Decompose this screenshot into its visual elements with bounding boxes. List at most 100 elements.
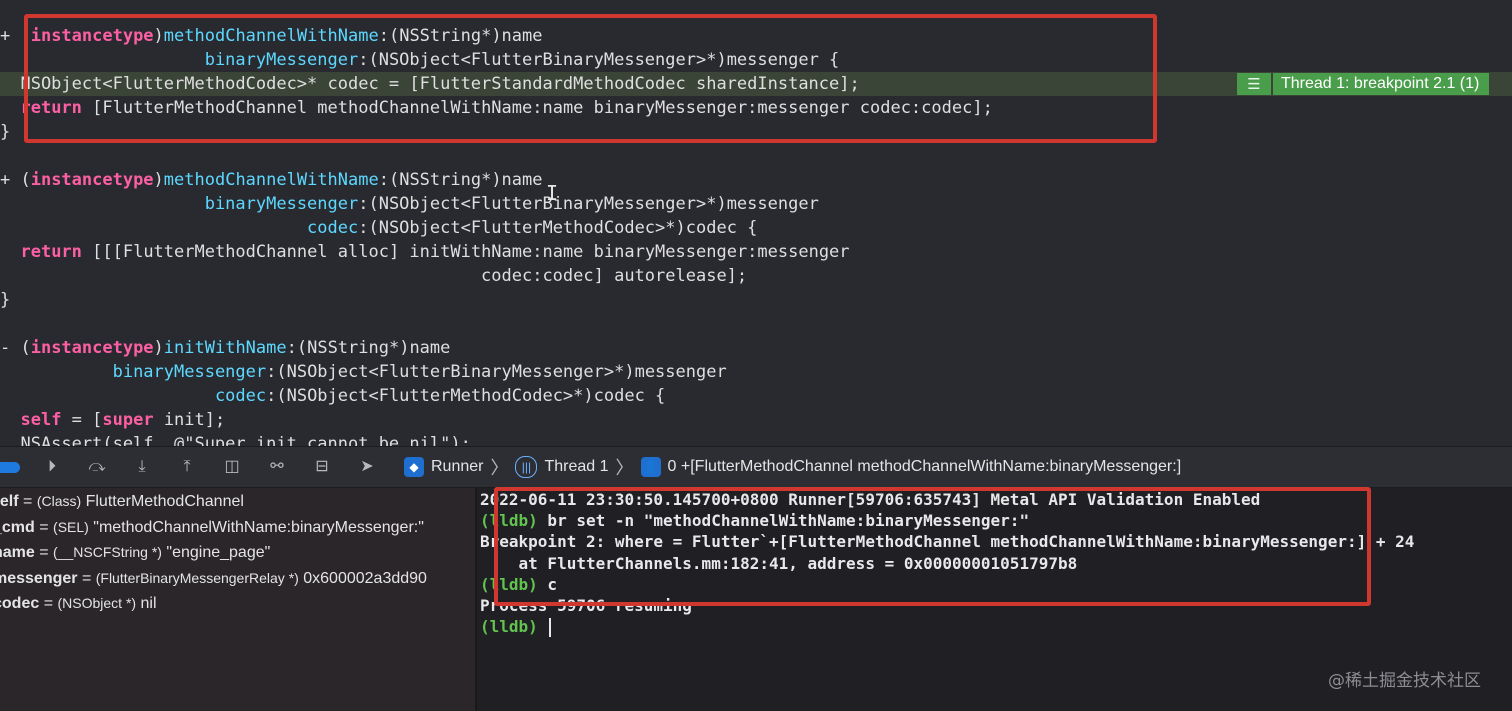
variable-name: messenger	[0, 569, 78, 587]
code-token: }	[0, 122, 11, 142]
lldb-prompt: (lldb)	[480, 511, 538, 531]
chevron-right-icon: 〉	[615, 458, 634, 478]
console-line: (lldb)	[480, 616, 552, 638]
breadcrumb-thread[interactable]: Thread 1	[544, 458, 608, 476]
code-token: NSAssert(self, @"Super init cannot be ni…	[0, 434, 471, 446]
continue-icon[interactable]: ⏵	[42, 457, 62, 477]
console-line: at FlutterChannels.mm:182:41, address = …	[480, 553, 1078, 574]
chevron-right-icon: 〉	[490, 458, 509, 478]
code-line[interactable]: - (instancetype)initWithName:(NSString*)…	[0, 336, 450, 360]
code-line[interactable]: binaryMessenger:(NSObject<FlutterBinaryM…	[0, 360, 727, 384]
code-line[interactable]: binaryMessenger:(NSObject<FlutterBinaryM…	[0, 48, 840, 72]
code-line[interactable]: + (instancetype)methodChannelWithName:(N…	[0, 24, 543, 48]
variable-type: (__NSCFString *)	[53, 544, 162, 560]
code-token: super	[102, 410, 154, 430]
breakpoint-annotation[interactable]: ☰ Thread 1: breakpoint 2.1 (1)	[1237, 73, 1490, 95]
stack-frame-icon: 👤	[640, 457, 661, 477]
code-token: = [	[61, 410, 103, 430]
code-line[interactable]: codec:(NSObject<FlutterMethodCodec>*)cod…	[0, 216, 757, 240]
breadcrumb: ◆ Runner 〉 ||| Thread 1 〉 👤 0 +[FlutterM…	[404, 447, 1181, 487]
variable-type: (Class)	[36, 493, 82, 509]
code-token: return	[20, 242, 82, 262]
code-token: :(NSObject<FlutterMethodCodec>*)codec {	[266, 386, 666, 406]
code-token: NSObject<FlutterMethodCodec>* codec = [F…	[0, 74, 860, 94]
step-into-icon[interactable]: ⤓	[132, 457, 152, 477]
variable-value: "methodChannelWithName:binaryMessenger:"	[88, 518, 424, 536]
code-token: :(NSObject<FlutterBinaryMessenger>*)mess…	[358, 194, 819, 214]
variable-type: (NSObject *)	[57, 595, 137, 611]
variable-row[interactable]: self = (Class) FlutterMethodChannel	[0, 489, 244, 514]
console-text: at FlutterChannels.mm:182:41, address = …	[480, 553, 1078, 573]
list-icon[interactable]: ☰	[1237, 73, 1271, 95]
code-line[interactable]: NSObject<FlutterMethodCodec>* codec = [F…	[0, 72, 860, 96]
code-token: self	[20, 410, 62, 430]
variable-row[interactable]: messenger = (FlutterBinaryMessengerRelay…	[0, 566, 427, 591]
console-text: Breakpoint 2: where = Flutter`+[FlutterM…	[480, 532, 1415, 552]
text-caret	[549, 618, 552, 638]
variable-row[interactable]: _cmd = (SEL) "methodChannelWithName:bina…	[0, 515, 424, 540]
code-line[interactable]: }	[0, 288, 10, 312]
variables-view[interactable]: self = (Class) FlutterMethodChannel_cmd …	[0, 488, 475, 711]
code-token: binaryMessenger	[204, 50, 359, 70]
step-over-icon[interactable]: ⤼	[87, 457, 107, 477]
variable-value: FlutterMethodChannel	[81, 493, 244, 510]
code-line[interactable]: codec:codec] autorelease];	[0, 264, 747, 288]
view-hierarchy-icon[interactable]: ◫	[222, 457, 242, 477]
step-out-icon[interactable]: ⤒	[177, 457, 197, 477]
code-token: codec	[214, 386, 267, 406]
console-line: (lldb) br set -n "methodChannelWithName:…	[480, 510, 1029, 531]
code-token: + (	[0, 26, 31, 46]
variable-value: "engine_page"	[161, 544, 271, 561]
code-token: )	[153, 338, 164, 358]
code-token: methodChannelWithName	[163, 170, 379, 190]
code-token: }	[0, 290, 11, 310]
equals-sign: =	[77, 569, 96, 587]
breakpoint-annotation-text: Thread 1: breakpoint 2.1 (1)	[1273, 73, 1490, 95]
code-line[interactable]: NSAssert(self, @"Super init cannot be ni…	[0, 432, 471, 446]
code-token: instancetype	[30, 338, 154, 358]
code-token: :(NSString*)name	[378, 170, 543, 190]
console-text: c	[537, 574, 558, 594]
code-token: [[[FlutterMethodChannel alloc] initWithN…	[81, 242, 850, 262]
code-token: :(NSObject<FlutterMethodCodec>*)codec {	[358, 218, 758, 238]
code-token: initWithName	[163, 338, 287, 358]
variable-name: self	[0, 493, 19, 510]
debug-bar: ⏵ ⤼ ⤓ ⤒ ◫ ⚯ ⊟ ➤ ◆ Runner 〉 ||| Thread 1 …	[0, 446, 1512, 488]
breadcrumb-runner[interactable]: Runner	[431, 458, 483, 476]
environment-overrides-icon[interactable]: ⊟	[312, 457, 332, 477]
console-line: Process 59706 resuming	[480, 595, 692, 616]
code-line[interactable]: + (instancetype)methodChannelWithName:(N…	[0, 168, 543, 192]
code-token: return	[20, 98, 82, 118]
variable-row[interactable]: codec = (NSObject *) nil	[0, 591, 157, 616]
code-line[interactable]: binaryMessenger:(NSObject<FlutterBinaryM…	[0, 192, 819, 216]
console-text: Process 59706 resuming	[480, 596, 692, 615]
code-line[interactable]: return [[[FlutterMethodChannel alloc] in…	[0, 240, 850, 264]
breadcrumb-frame[interactable]: 0 +[FlutterMethodChannel methodChannelWi…	[668, 458, 1182, 476]
variable-type: (FlutterBinaryMessengerRelay *)	[95, 569, 299, 586]
code-line[interactable]: }	[0, 120, 10, 144]
memory-graph-icon[interactable]: ⚯	[267, 457, 287, 477]
code-line[interactable]: codec:(NSObject<FlutterMethodCodec>*)cod…	[0, 384, 665, 408]
variable-row[interactable]: name = (__NSCFString *) "engine_page"	[0, 540, 270, 565]
code-token: methodChannelWithName	[163, 26, 379, 46]
watermark: @稀土掘金技术社区	[1328, 671, 1481, 691]
breakpoints-toggle-button[interactable]	[0, 462, 20, 473]
code-line[interactable]: return [FlutterMethodChannel methodChann…	[0, 96, 993, 120]
code-line[interactable]: self = [super init];	[0, 408, 225, 432]
flutter-icon: ◆	[404, 457, 424, 477]
lldb-prompt: (lldb)	[480, 617, 538, 637]
simulate-location-icon[interactable]: ➤	[357, 457, 377, 477]
console-line: Breakpoint 2: where = Flutter`+[FlutterM…	[480, 531, 1414, 552]
code-token: binaryMessenger	[112, 362, 267, 382]
code-token: - (	[0, 338, 31, 358]
console-text: 2022-06-11 23:30:50.145700+0800 Runner[5…	[480, 490, 1261, 509]
equals-sign: =	[34, 518, 54, 536]
code-token: init];	[153, 410, 226, 430]
code-editor[interactable]: + (instancetype)methodChannelWithName:(N…	[0, 0, 1512, 446]
code-token: [FlutterMethodChannel methodChannelWithN…	[81, 98, 993, 118]
